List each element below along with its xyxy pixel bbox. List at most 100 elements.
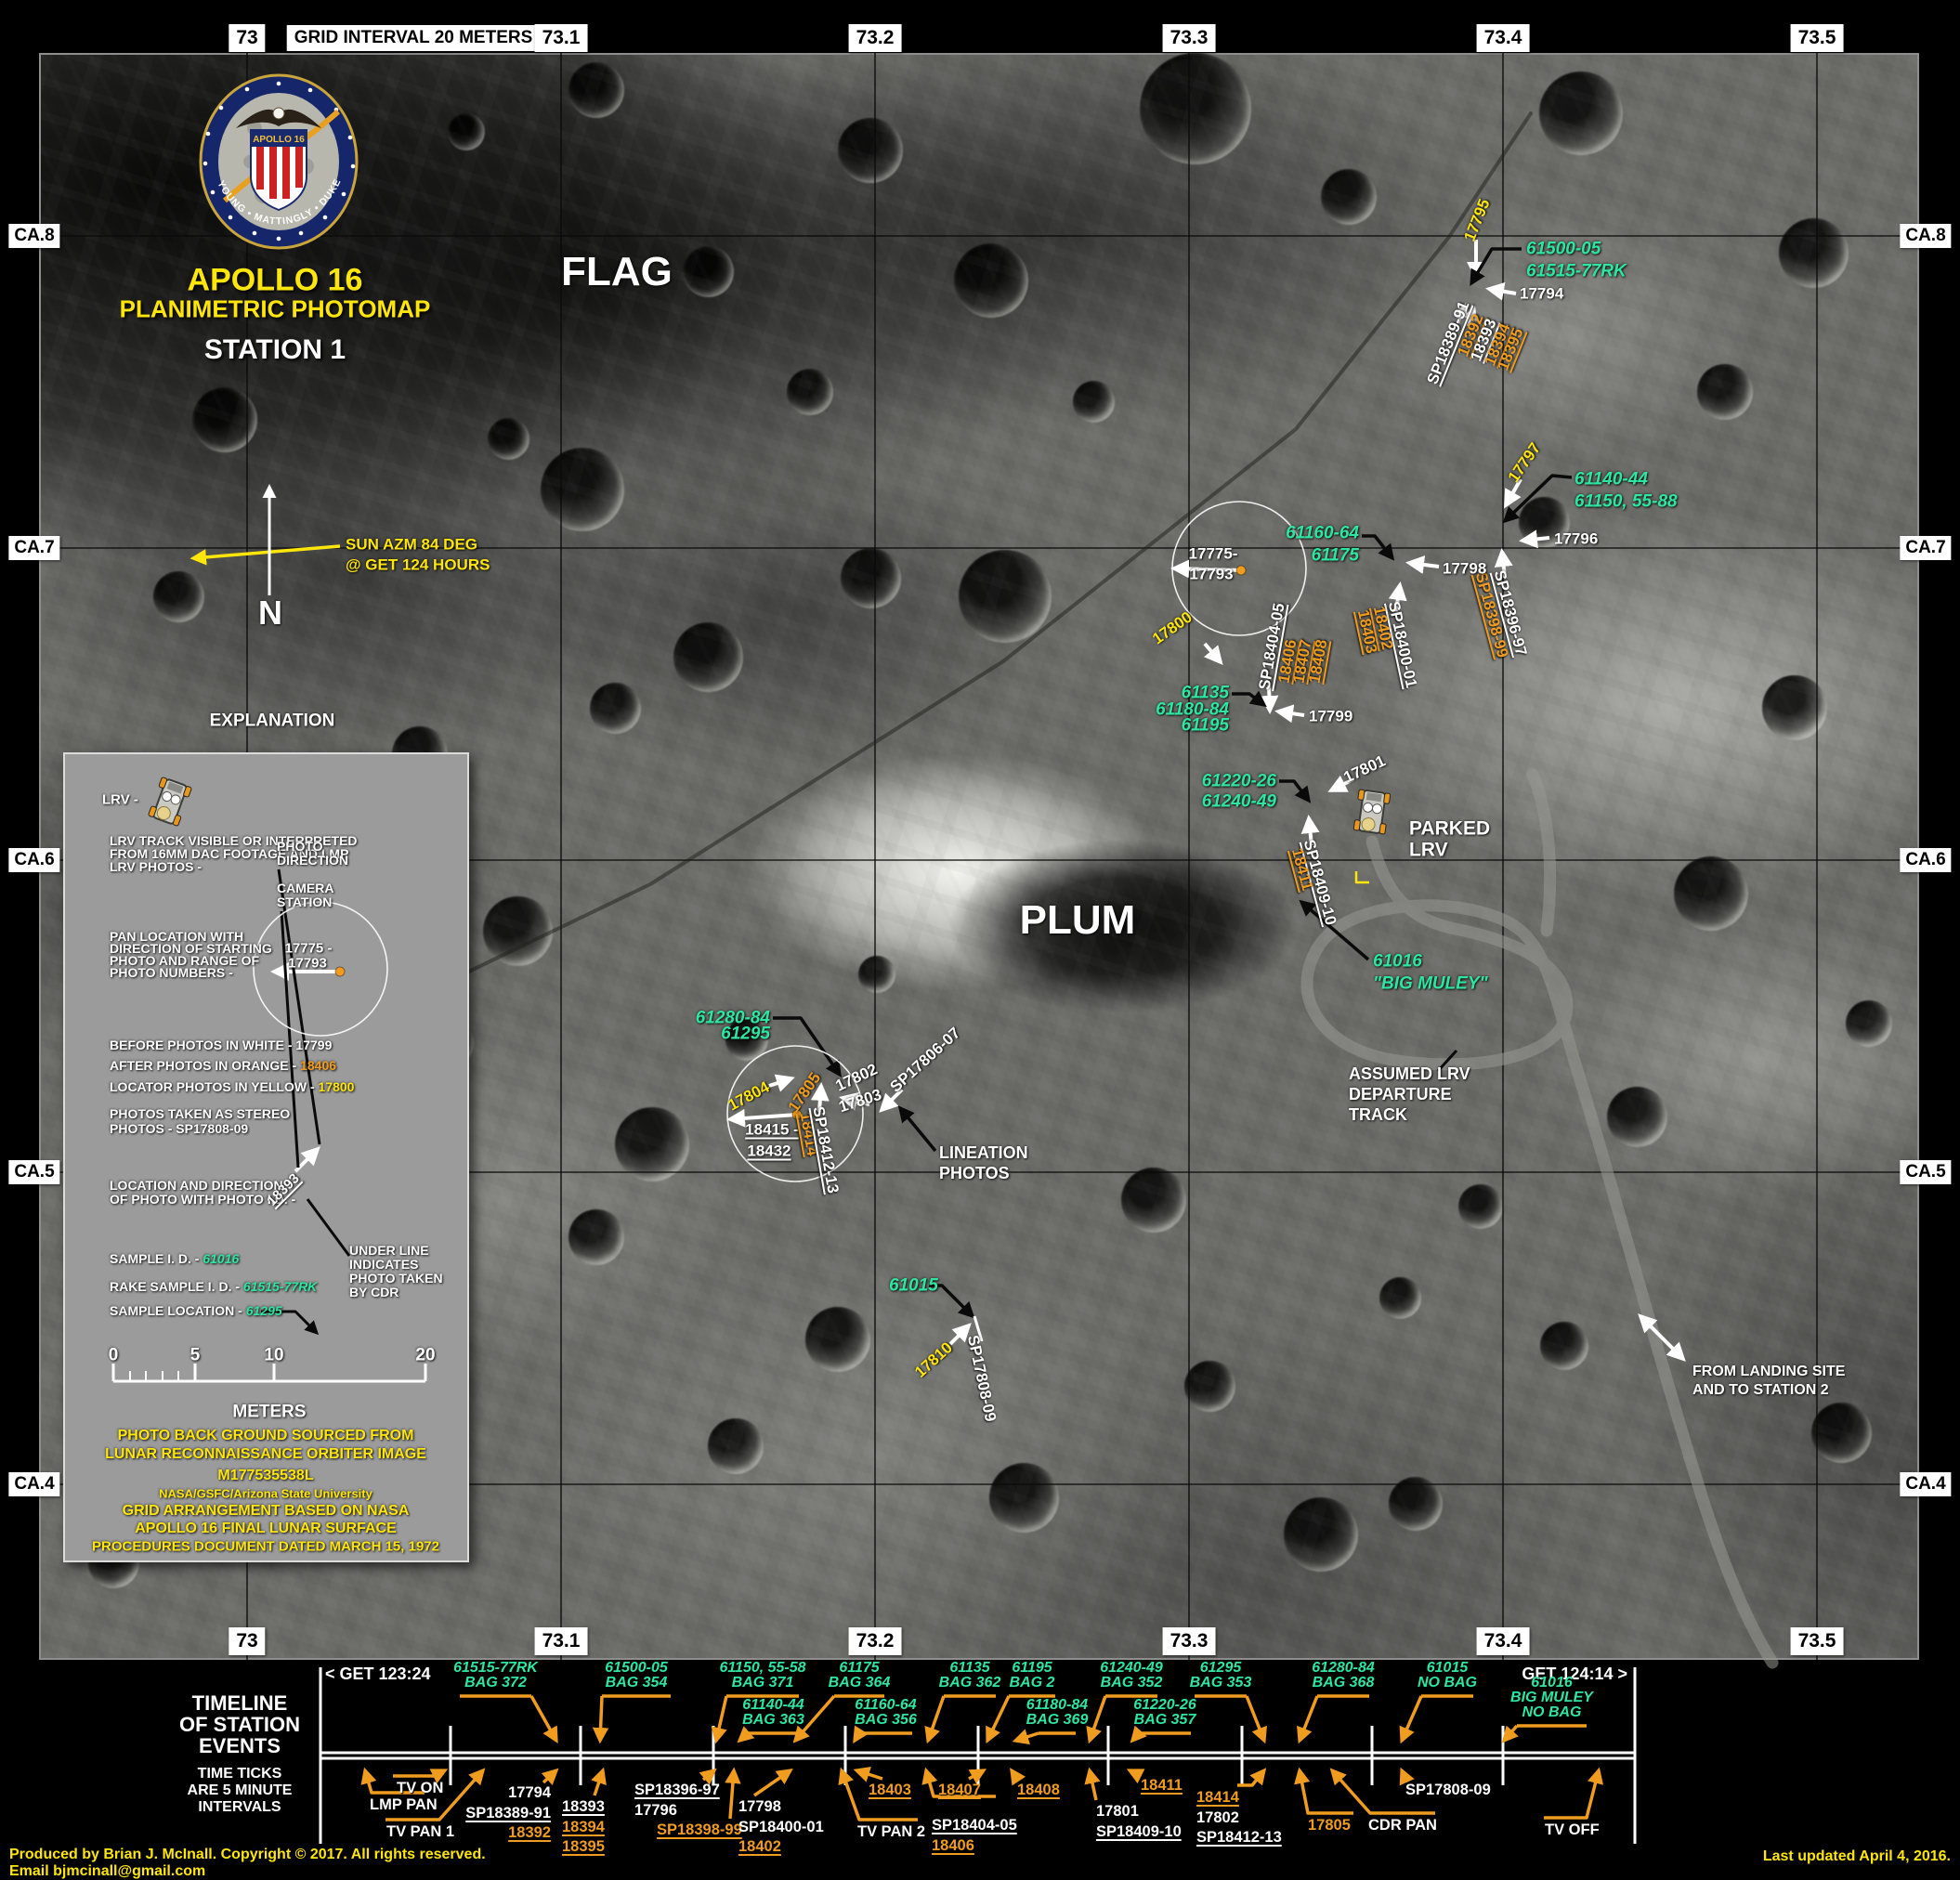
- timeline-event-leader: [739, 1733, 748, 1741]
- timeline-event-text: BAG 353: [1190, 1676, 1252, 1691]
- crater: [725, 1018, 768, 1061]
- timeline-photo-leader: [1544, 1770, 1599, 1818]
- timeline-photo-text: CDR PAN: [1368, 1816, 1437, 1836]
- crater: [1284, 1497, 1358, 1572]
- timeline-event-text: NO BAG: [1510, 1705, 1593, 1720]
- timeline-event-above: 61175BAG 364: [829, 1661, 891, 1691]
- timeline-event-below: 17798SP18400-0118402: [738, 1797, 824, 1858]
- timeline-event-text: 61016: [1510, 1676, 1593, 1691]
- crater: [1607, 1087, 1667, 1147]
- timeline-photo-text: 17802: [1196, 1808, 1282, 1829]
- footer-credit: Produced by Brian J. McInall. Copyright …: [9, 1847, 486, 1863]
- timeline-photo-leader: [595, 1770, 603, 1795]
- timeline-event-text: 61500-05: [605, 1661, 668, 1676]
- timeline-photo-leader: [1012, 1770, 1017, 1779]
- timeline-photo-leader: [730, 1770, 734, 1819]
- timeline-photo-text: 18414: [1196, 1788, 1282, 1808]
- crater: [448, 113, 485, 150]
- timeline-event-above: 61150, 55-58BAG 371: [719, 1661, 805, 1691]
- timeline-photo-text: 18403: [869, 1781, 911, 1801]
- timeline-photo-leader: [703, 1770, 714, 1780]
- timeline-event-above: 61016BIG MULEYNO BAG: [1510, 1676, 1593, 1720]
- footer-updated: Last updated April 4, 2016.: [1763, 1848, 1951, 1865]
- timeline-event-below: TV OFF: [1545, 1821, 1600, 1841]
- crater: [1540, 1322, 1588, 1370]
- crater: [1321, 169, 1377, 225]
- timeline-event-leader: [716, 1696, 726, 1741]
- timeline-event-above: 61140-44BAG 363: [742, 1698, 804, 1728]
- timeline-event-below: LMP PAN: [370, 1795, 438, 1816]
- timeline-photo-text: 18406: [932, 1836, 1017, 1857]
- timeline-event-leader: [928, 1696, 944, 1741]
- grid-label-73.2: 73.2: [849, 24, 902, 52]
- timeline-photo-text: SP18404-05: [932, 1816, 1017, 1836]
- timeline-photo-text: 18407: [938, 1781, 981, 1801]
- timeline-event-above: 61015NO BAG: [1418, 1661, 1477, 1691]
- timeline-photo-text: 18411: [1141, 1776, 1183, 1796]
- apollo16-photomap-page: { "colors":{"orange":"#f09c1e","yellow":…: [0, 0, 1960, 1879]
- timeline-event-text: BAG 368: [1312, 1676, 1375, 1691]
- timeline-event-leader: [1132, 1733, 1139, 1741]
- timeline-event-leader: [1402, 1696, 1421, 1741]
- timeline-note-line3: INTERVALS: [198, 1799, 281, 1816]
- timeline-get-start: < GET 123:24: [325, 1665, 431, 1684]
- timeline-photo-text: SP18398-99: [657, 1821, 742, 1841]
- timeline-event-text: BAG 362: [939, 1676, 1001, 1691]
- timeline-photo-leader: [754, 1770, 791, 1795]
- crater: [488, 418, 529, 460]
- timeline-event-above: 61220-26BAG 357: [1133, 1698, 1196, 1728]
- timeline-event-below: TV ON: [397, 1779, 443, 1799]
- timeline-photo-text: 18392: [465, 1823, 551, 1844]
- crater: [673, 622, 743, 692]
- crater: [541, 448, 624, 531]
- timeline-event-below: 1841417802SP18412-13: [1196, 1788, 1282, 1848]
- crater: [1697, 364, 1753, 420]
- timeline-photo-leader: [1130, 1770, 1141, 1776]
- timeline-photo-text: 18402: [738, 1837, 824, 1858]
- timeline-event-text: BAG 356: [855, 1713, 917, 1728]
- crater: [787, 369, 833, 415]
- timeline-event-below: SP18404-0518406: [932, 1816, 1017, 1856]
- timeline-event-below: 18411: [1141, 1776, 1183, 1796]
- timeline-event-text: 61295: [1190, 1661, 1252, 1676]
- timeline-photo-text: 17794: [465, 1783, 551, 1804]
- crater: [1674, 856, 1748, 931]
- timeline-photo-leader: [842, 1770, 918, 1820]
- crater: [153, 571, 204, 622]
- crater: [858, 956, 895, 993]
- crater: [1762, 675, 1827, 740]
- timeline-photo-text: LMP PAN: [370, 1795, 438, 1816]
- timeline-event-below: 18403: [869, 1781, 911, 1801]
- timeline-event-below: 17805: [1308, 1816, 1351, 1836]
- timeline-event-leader: [1247, 1696, 1264, 1741]
- timeline-event-below: SP18396-9717796: [634, 1781, 720, 1821]
- timeline-event-leader: [1015, 1733, 1039, 1741]
- timeline-photo-leader: [1300, 1770, 1353, 1813]
- crater: [1140, 53, 1251, 164]
- crater: [590, 683, 641, 734]
- timeline-event-below: 17794SP18389-9118392: [465, 1783, 551, 1844]
- timeline-photo-text: 18393: [562, 1797, 605, 1818]
- timeline-title-line3: EVENTS: [199, 1735, 281, 1756]
- timeline-note-line1: TIME TICKS: [198, 1766, 282, 1782]
- timeline-event-text: 61180-84: [1026, 1698, 1089, 1713]
- crater: [1519, 497, 1570, 548]
- timeline-event-text: 61135: [939, 1661, 1001, 1676]
- timeline-photo-text: TV PAN 1: [386, 1822, 454, 1843]
- timeline-photo-leader: [969, 1770, 984, 1779]
- timeline-photo-text: 18408: [1017, 1781, 1060, 1801]
- timeline-event-text: 61175: [829, 1661, 891, 1676]
- timeline-event-text: NO BAG: [1418, 1676, 1477, 1691]
- timeline-event-above: 61135BAG 362: [939, 1661, 1001, 1691]
- crater: [1846, 1000, 1892, 1047]
- timeline-event-text: 61160-64: [855, 1698, 917, 1713]
- timeline-photo-leader: [1237, 1770, 1264, 1785]
- timeline-photo-text: TV ON: [397, 1779, 443, 1799]
- timeline-event-text: BAG 372: [453, 1676, 538, 1691]
- crater: [1184, 1361, 1235, 1412]
- timeline-event-below: TV PAN 1: [386, 1822, 454, 1843]
- crater: [708, 1418, 764, 1474]
- timeline-event-below: TV PAN 2: [857, 1822, 925, 1843]
- timeline-photo-text: SP18396-97: [634, 1781, 720, 1801]
- timeline-photo-leader: [1402, 1770, 1405, 1779]
